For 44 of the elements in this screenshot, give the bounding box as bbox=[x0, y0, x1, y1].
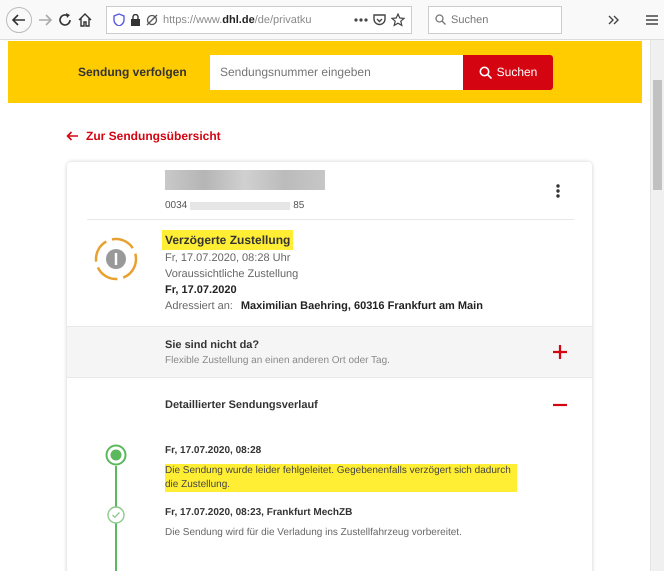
tracking-number-field[interactable]: Sendungsnummer eingeben bbox=[210, 54, 463, 90]
status-time: Fr, 17.07.2020, 08:28 Uhr bbox=[165, 251, 292, 266]
tracking-number-start: 0034 bbox=[165, 200, 188, 211]
back-link[interactable]: Zur Sendungsübersicht bbox=[66, 129, 221, 143]
back-button[interactable] bbox=[6, 6, 32, 32]
event-time: Fr, 17.07.2020, 08:28 bbox=[165, 444, 262, 458]
info-status-icon bbox=[93, 236, 139, 282]
plus-icon[interactable] bbox=[552, 344, 568, 360]
home-icon[interactable] bbox=[78, 12, 92, 26]
scrollbar[interactable] bbox=[650, 40, 664, 571]
more-options-icon[interactable] bbox=[556, 184, 560, 198]
expected-delivery-date: Fr, 17.07.2020 bbox=[165, 283, 238, 298]
search-icon bbox=[478, 66, 492, 78]
event-description: Die Sendung wird für die Verladung ins Zustellfahrzeug vorbereitet. bbox=[165, 526, 462, 540]
lock-icon bbox=[130, 14, 141, 26]
check-step-icon bbox=[107, 506, 125, 524]
search-icon bbox=[435, 14, 446, 24]
status-title: Verzögerte Zustellung bbox=[162, 230, 294, 250]
search-button[interactable]: Suchen bbox=[463, 54, 553, 90]
url-text: https://www.dhl.de/de/privatku bbox=[163, 14, 313, 26]
address-bar[interactable]: https://www.dhl.de/de/privatku bbox=[106, 6, 412, 34]
pocket-icon[interactable] bbox=[373, 14, 386, 26]
section-title: Sie sind nicht da? bbox=[165, 338, 260, 350]
menu-icon[interactable] bbox=[646, 14, 658, 24]
section-header[interactable]: Sie sind nicht da? Flexible Zustellung an einen anderen Ort oder Tag. bbox=[67, 326, 592, 377]
section-title: Detaillierter Sendungsverlauf bbox=[165, 399, 319, 411]
search-field[interactable]: Suchen bbox=[428, 6, 562, 34]
tracking-label: Sendung verfolgen bbox=[78, 65, 188, 79]
tracking-number-end: 85 bbox=[293, 200, 304, 211]
back-arrow-icon bbox=[12, 14, 26, 26]
more-dots-icon[interactable] bbox=[354, 18, 368, 22]
shield-icon bbox=[113, 13, 125, 26]
expected-delivery-label: Voraussichtliche Zustellung bbox=[165, 267, 300, 282]
star-icon[interactable] bbox=[391, 12, 405, 26]
address-text: Maximilian Baehring, 60316 Frankfurt am Main bbox=[240, 299, 483, 314]
reload-icon[interactable] bbox=[58, 12, 72, 26]
event-description: Die Sendung wurde leider fehlgeleitet. Gegebenenfalls verzögert sich dadurch die Zustellung. bbox=[165, 464, 517, 492]
event-time: Fr, 17.07.2020, 08:23, Frankfurt MechZB bbox=[165, 506, 354, 520]
address-label: Adressiert an: bbox=[165, 299, 233, 314]
double-chevron-icon[interactable] bbox=[608, 14, 620, 24]
crossed-circle-icon bbox=[146, 14, 158, 26]
section-subtitle: Flexible Zustellung an einen anderen Ort oder Tag. bbox=[165, 354, 391, 366]
left-arrow-icon bbox=[66, 131, 78, 141]
section-header[interactable]: Detaillierter Sendungsverlauf bbox=[67, 377, 592, 432]
